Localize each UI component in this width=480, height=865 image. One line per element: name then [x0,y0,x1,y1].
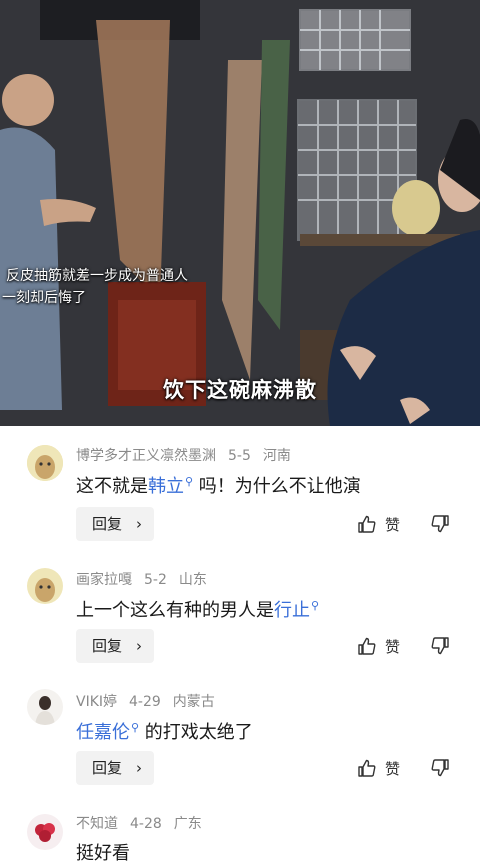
thumbs-up-icon [358,637,376,655]
reply-label: 回复 [92,637,123,655]
comment-text: 上一个这么有种的男人是行止⚲ [76,596,319,622]
video-frame-scene [0,0,480,426]
avatar-image [27,445,63,481]
reply-button[interactable]: 回复 › [76,507,154,541]
comment-username[interactable]: 博学多才正义凛然墨渊 [76,448,216,464]
dislike-button[interactable] [430,511,454,537]
mention-link[interactable]: 行止 [274,600,310,621]
comment-username[interactable]: 画家拉嘎 [76,572,132,588]
comment-text-part: 的打戏太绝了 [139,722,253,743]
comment-list: 博学多才正义凛然墨渊 5-5 河南 这不就是韩立⚲ 吗！为什么不让他演 回复 › 赞 [0,426,480,864]
avatar-image [27,689,63,725]
comment-date: 4-29 [129,694,161,710]
comment-date: 5-2 [144,572,167,588]
like-label: 赞 [385,516,401,534]
mention-link[interactable]: 韩立 [148,476,184,497]
comment-location: 内蒙古 [172,694,215,710]
like-button[interactable]: 赞 [357,633,407,659]
lattice-window-top [299,9,411,71]
avatar[interactable] [27,689,63,725]
dislike-button[interactable] [430,633,454,659]
video-caption: 饮下这碗麻沸散 [163,378,317,402]
search-icon[interactable]: ⚲ [185,475,193,488]
comment-username[interactable]: VIKI婷 [76,694,117,710]
avatar[interactable] [27,445,63,481]
thumbs-down-icon [431,515,449,533]
like-button[interactable]: 赞 [357,511,407,537]
like-button[interactable]: 赞 [357,755,407,781]
comment-text: 任嘉伦⚲ 的打戏太绝了 [76,718,253,744]
thumbs-up-icon [358,515,376,533]
avatar-image [27,568,63,604]
thumbs-up-icon [358,759,376,777]
chevron-right-icon: › [136,759,142,777]
comment-meta: 不知道 4-28 广东 [76,813,214,833]
comment-date: 4-28 [130,816,162,832]
like-label: 赞 [385,760,401,778]
reply-label: 回复 [92,515,123,533]
comment-location: 河南 [262,448,291,464]
reply-label: 回复 [92,759,123,777]
comment-location: 山东 [178,572,207,588]
chevron-right-icon: › [136,515,142,533]
search-icon[interactable]: ⚲ [131,721,139,734]
thumbs-down-icon [431,637,449,655]
chevron-right-icon: › [136,637,142,655]
like-label: 赞 [385,638,401,656]
comment-meta: 画家拉嘎 5-2 山东 [76,569,219,589]
reply-button[interactable]: 回复 › [76,751,154,785]
comment-text: 挺好看 [76,843,130,864]
avatar-image [27,814,63,850]
comment-text-part: 上一个这么有种的男人是 [76,600,274,621]
video-player[interactable]: 反皮抽筋就差一步成为普通人 一刻却后悔了 饮下这碗麻沸散 [0,0,480,426]
comment-username[interactable]: 不知道 [76,816,118,832]
comment-date: 5-5 [228,448,251,464]
avatar[interactable] [27,814,63,850]
comment-meta: 博学多才正义凛然墨渊 5-5 河南 [76,445,303,465]
dislike-button[interactable] [430,755,454,781]
search-icon[interactable]: ⚲ [311,599,319,612]
avatar[interactable] [27,568,63,604]
reply-button[interactable]: 回复 › [76,629,154,663]
thumbs-down-icon [431,759,449,777]
comment-meta: VIKI婷 4-29 内蒙古 [76,691,227,711]
subtitle-line-1: 反皮抽筋就差一步成为普通人 [6,268,188,284]
comment-text-part: 吗！为什么不让他演 [193,476,361,497]
comment-location: 广东 [173,816,202,832]
mention-link[interactable]: 任嘉伦 [76,722,130,743]
subtitle-line-2: 一刻却后悔了 [2,290,86,306]
comment-text: 这不就是韩立⚲ 吗！为什么不让他演 [76,472,361,498]
comment-text-part: 这不就是 [76,476,148,497]
